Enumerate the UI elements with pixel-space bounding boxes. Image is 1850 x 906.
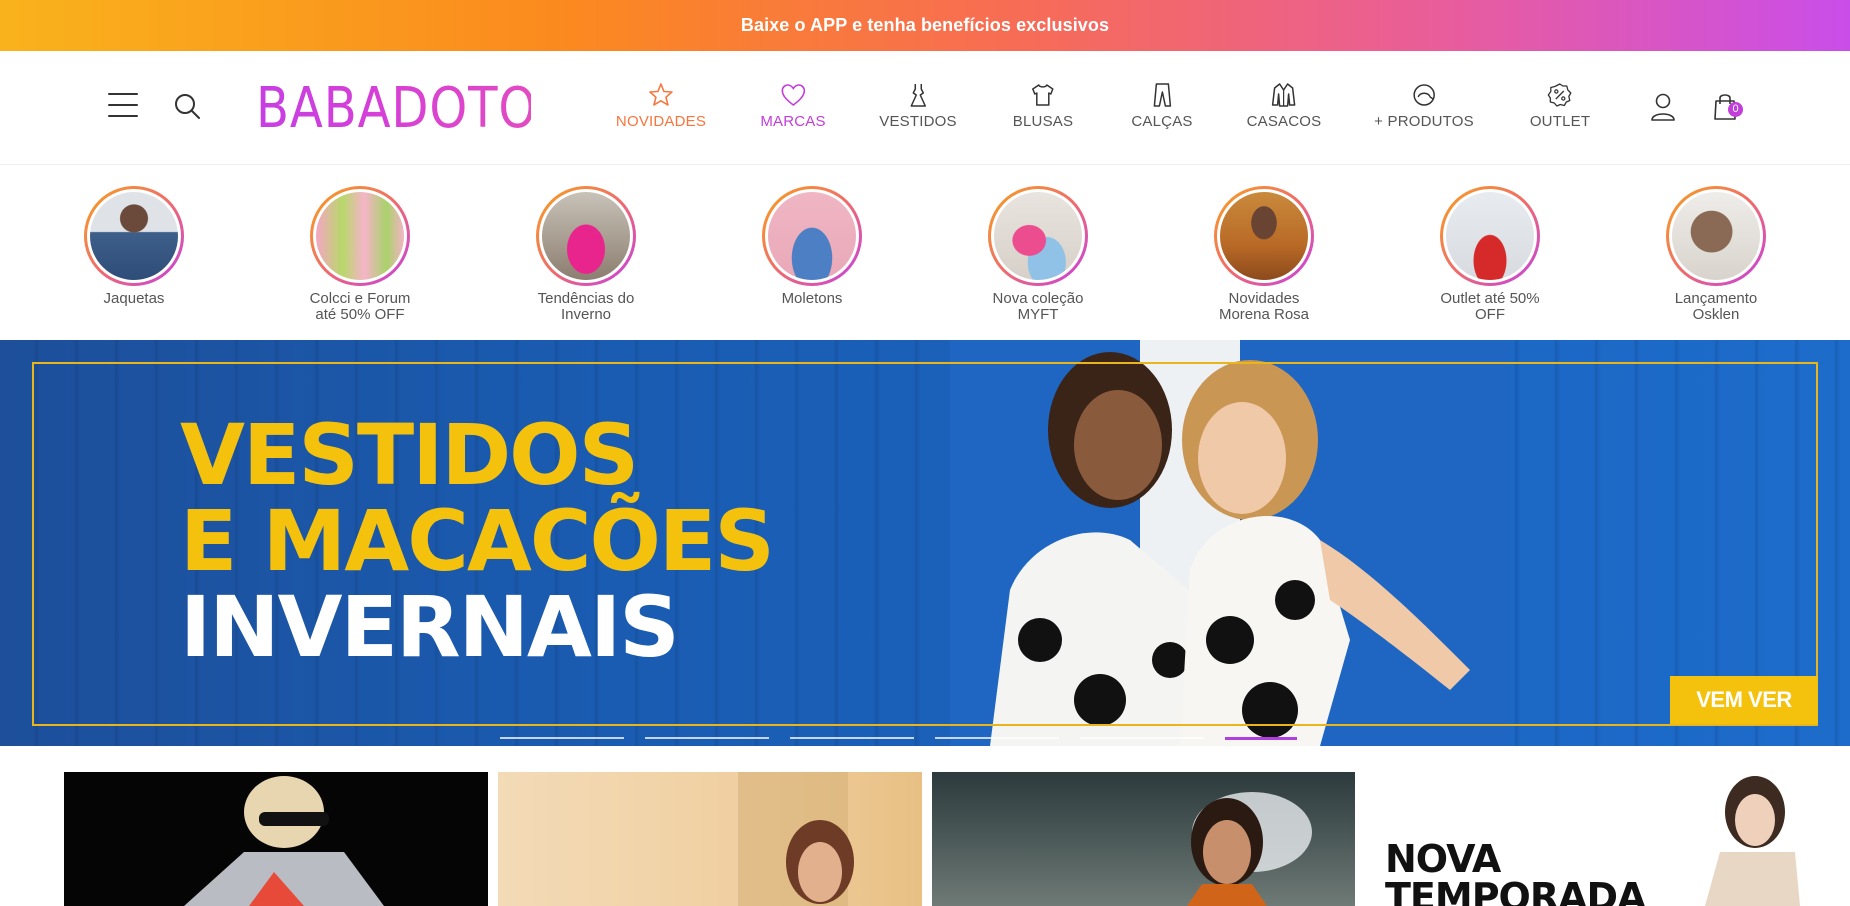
carousel-dots [500,737,1350,740]
story-colcci-forum[interactable]: Colcci e Forum até 50% OFF [275,186,445,323]
promo-tile-3[interactable] [932,772,1355,906]
tshirt-icon [1032,84,1054,106]
carousel-dot-active[interactable] [1225,737,1297,740]
nav-label: NOVIDADES [615,113,707,130]
carousel-dot[interactable] [500,737,624,739]
story-label: Jaquetas [103,290,165,307]
pants-icon [1153,83,1171,107]
story-image [768,192,856,280]
nav-item-marcas[interactable]: MARCAS [760,81,825,130]
nav-label: MARCAS [760,113,826,130]
nova-temporada-text: NOVA TEMPORADA [1385,837,1646,906]
carousel-dot[interactable] [935,737,1059,739]
story-jaquetas[interactable]: Jaquetas [49,186,219,307]
story-tendencias-inverno[interactable]: Tendências do Inverno [501,186,671,323]
nav-label: BLUSAS [1012,113,1074,130]
nav-label: OUTLET [1529,113,1591,130]
nav-item-blusas[interactable]: BLUSAS [1013,81,1073,130]
story-image [1220,192,1308,280]
story-image [1446,192,1534,280]
story-label: Nova coleção MYFT [992,290,1084,323]
site-header: BABADOTOP NOVIDADES MARCAS VESTIDOS BLUS… [0,51,1850,165]
nav-label: CASACOS [1246,113,1322,130]
category-stories: Jaquetas Colcci e Forum até 50% OFF Tendê… [0,166,1850,340]
story-nova-colecao-myft[interactable]: Nova coleção MYFT [953,186,1123,323]
story-outlet[interactable]: Outlet até 50% OFF [1405,186,1575,323]
promo-tile-nova-temporada[interactable]: NOVA TEMPORADA [1365,772,1850,906]
nav-item-calcas[interactable]: CALÇAS [1131,81,1192,130]
story-image [542,192,630,280]
story-label: Colcci e Forum até 50% OFF [309,290,411,323]
story-moletons[interactable]: Moletons [727,186,897,307]
percent-badge-icon [1547,83,1572,107]
cart-count-badge: 0 [1728,102,1743,117]
promo-tile-image [184,776,384,906]
app-promo-text[interactable]: Baixe o APP e tenha benefícios exclusivo… [741,15,1109,36]
user-account-icon[interactable] [1648,91,1678,123]
carousel-dot[interactable] [1080,737,1204,739]
nav-item-outlet[interactable]: OUTLET [1530,81,1590,130]
banner-headline-line2: E MACACÕES [180,492,775,590]
app-promo-bar[interactable]: Baixe o APP e tenha benefícios exclusivo… [0,0,1850,51]
story-label: Outlet até 50% OFF [1440,290,1540,323]
story-image [316,192,404,280]
banner-headline-line1: VESTIDOS [180,406,639,504]
nav-item-mais-produtos[interactable]: + PRODUTOS [1374,81,1474,130]
nav-item-vestidos[interactable]: VESTIDOS [879,81,957,130]
story-image [90,192,178,280]
promo-tile-image [1187,792,1312,906]
nav-label: CALÇAS [1131,113,1193,130]
story-novidades-morena-rosa[interactable]: Novidades Morena Rosa [1179,186,1349,323]
story-lancamento-osklen[interactable]: Lançamento Osklen [1631,186,1801,323]
promo-tile-2[interactable] [498,772,922,906]
menu-icon[interactable] [108,93,138,119]
nav-label: VESTIDOS [879,113,957,130]
site-logo[interactable]: BABADOTOP [256,79,566,139]
banner-cta-button[interactable]: VEM VER [1670,676,1818,724]
carousel-dot[interactable] [790,737,914,739]
banner-headline: VESTIDOS E MACACÕES INVERNAIS [180,406,775,676]
story-label: Tendências do Inverno [537,290,635,323]
promo-tile-image [738,772,854,906]
story-image [1672,192,1760,280]
nav-item-novidades[interactable]: NOVIDADES [616,81,706,130]
search-icon[interactable] [172,91,202,121]
heart-icon [781,84,805,107]
story-label: Novidades Morena Rosa [1218,290,1310,323]
promo-tile-1[interactable] [64,772,488,906]
cap-icon [1413,84,1435,106]
banner-headline-line3: INVERNAIS [180,578,680,676]
coat-icon [1272,83,1296,107]
story-image [994,192,1082,280]
cart-button[interactable]: 0 [1712,91,1746,123]
nav-label: + PRODUTOS [1374,113,1474,130]
dress-icon [910,84,926,107]
story-label: Lançamento Osklen [1674,290,1758,323]
hero-banner[interactable]: VESTIDOS E MACACÕES INVERNAIS VEM VER [0,340,1850,746]
star-icon [649,83,673,106]
story-label: Moletons [781,290,843,307]
nav-item-casacos[interactable]: CASACOS [1247,81,1322,130]
promo-tile-image [1705,776,1800,906]
carousel-dot[interactable] [645,737,769,739]
